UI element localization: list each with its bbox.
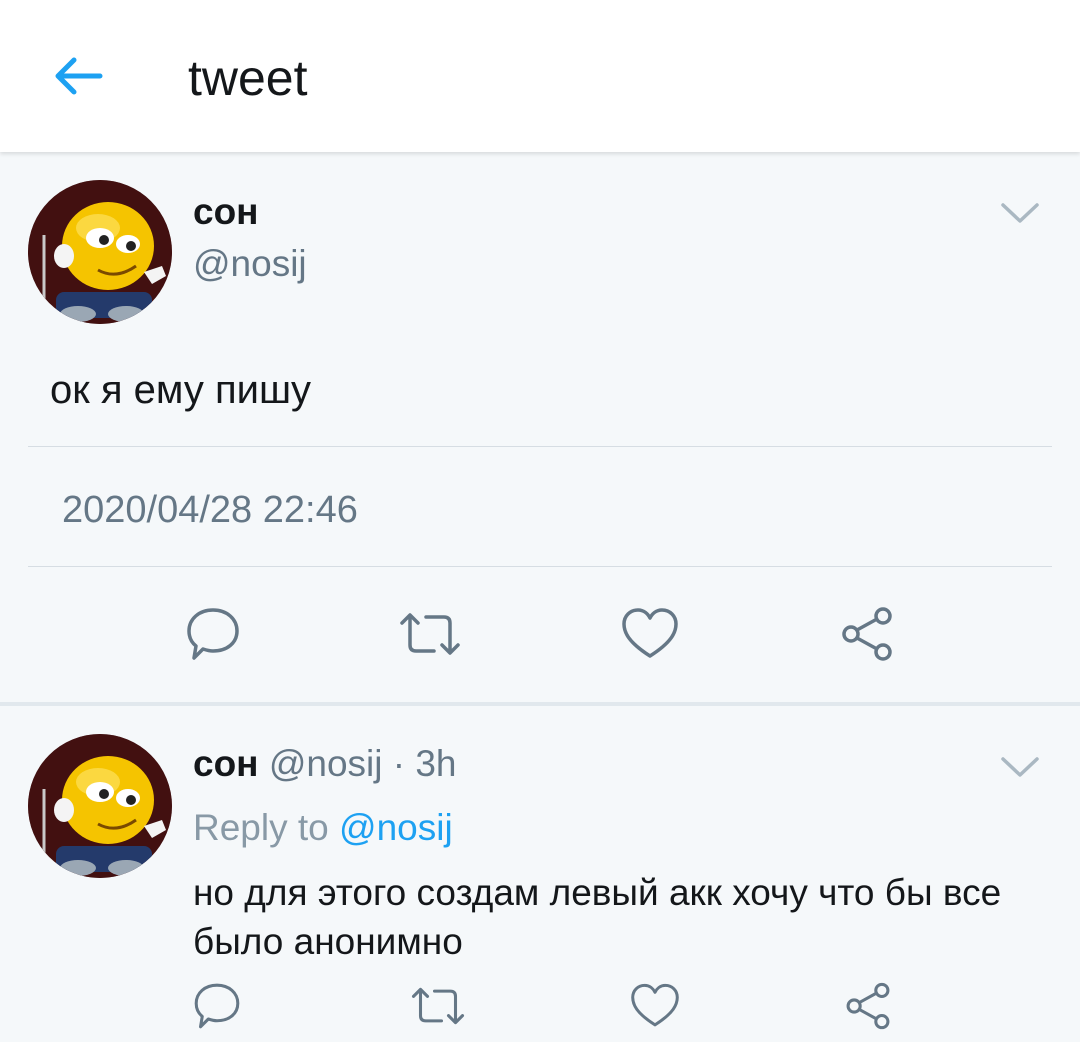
avatar[interactable]: [28, 734, 172, 878]
retweet-icon: [400, 613, 460, 655]
page-title: tweet: [188, 50, 308, 106]
meta-separator: ·: [392, 743, 406, 784]
reply-button[interactable]: [177, 598, 249, 670]
author-name[interactable]: сон: [193, 743, 259, 784]
tweet-menu-button[interactable]: [998, 198, 1042, 228]
divider: [28, 566, 1052, 567]
reply-time: 3h: [415, 743, 457, 784]
avatar[interactable]: [28, 180, 172, 324]
chevron-down-icon: [1001, 757, 1039, 777]
retweet-button[interactable]: [394, 598, 466, 670]
share-button[interactable]: [832, 970, 904, 1042]
share-icon: [846, 982, 890, 1030]
reply-icon: [194, 983, 240, 1029]
share-icon: [842, 607, 892, 661]
tweet-text: но для этого создам левый акк хочу что б…: [193, 872, 1002, 962]
author-handle[interactable]: @nosij: [193, 242, 307, 286]
author-handle[interactable]: @nosij: [269, 743, 383, 784]
back-button[interactable]: [46, 44, 110, 108]
reply-header: сон @nosij · 3h: [193, 742, 457, 786]
divider: [28, 446, 1052, 447]
tweet-text: ок я ему пишу: [50, 368, 312, 412]
tweet-timestamp: 2020/04/28 22:46: [62, 489, 358, 531]
author-name[interactable]: сон: [193, 190, 259, 234]
retweet-button[interactable]: [402, 970, 474, 1042]
like-icon: [622, 608, 678, 658]
arrow-left-icon: [55, 57, 103, 95]
app-header: tweet: [0, 0, 1080, 152]
share-button[interactable]: [831, 598, 903, 670]
main-tweet[interactable]: сон @nosij ок я ему пишу 2020/04/28 22:4…: [0, 152, 1080, 702]
reply-tweet[interactable]: сон @nosij · 3h Reply to @nosij но для э…: [0, 706, 1080, 1030]
retweet-icon: [411, 987, 465, 1025]
reply-to-line: Reply to @nosij: [193, 806, 453, 850]
chevron-down-icon: [1001, 203, 1039, 223]
like-button[interactable]: [619, 970, 691, 1042]
like-button[interactable]: [614, 598, 686, 670]
reply-icon: [187, 608, 239, 660]
reply-to-mention[interactable]: @nosij: [339, 807, 453, 848]
like-icon: [631, 983, 679, 1027]
reply-button[interactable]: [181, 970, 253, 1042]
reply-to-label: Reply to: [193, 807, 329, 848]
tweet-menu-button[interactable]: [998, 752, 1042, 782]
